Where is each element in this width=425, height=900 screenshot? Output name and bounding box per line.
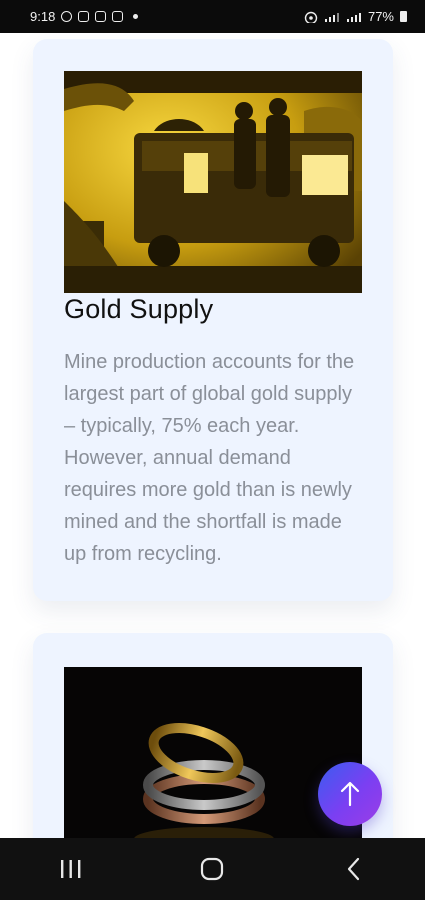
gold-rings-image bbox=[64, 667, 362, 838]
arrow-up-icon bbox=[340, 781, 360, 807]
recent-apps-button[interactable] bbox=[41, 849, 101, 889]
navigation-bar bbox=[0, 838, 425, 900]
card-description: Mine production accounts for the largest… bbox=[64, 351, 355, 565]
status-bar: 9:18 77% bbox=[0, 0, 425, 33]
card-title: Gold Supply bbox=[64, 294, 214, 324]
gallery-icon bbox=[112, 11, 124, 22]
hotspot-icon bbox=[304, 11, 318, 23]
gmail-icon bbox=[78, 11, 90, 22]
wifi-signal-icon bbox=[324, 12, 339, 22]
cell-signal-icon bbox=[346, 12, 361, 22]
recent-apps-icon bbox=[60, 860, 81, 878]
status-right: 77% bbox=[304, 9, 407, 24]
instagram-icon bbox=[95, 11, 107, 22]
back-button[interactable] bbox=[324, 849, 384, 889]
scroll-to-top-button[interactable] bbox=[318, 762, 382, 826]
back-icon bbox=[348, 857, 360, 881]
page-content[interactable]: Gold Supply Mine production accounts for… bbox=[0, 33, 425, 838]
whatsapp-icon bbox=[61, 11, 73, 22]
status-left: 9:18 bbox=[30, 9, 139, 24]
home-icon bbox=[201, 857, 224, 881]
card-gold-supply: Gold Supply Mine production accounts for… bbox=[33, 39, 393, 601]
battery-percent: 77% bbox=[367, 9, 394, 24]
status-time: 9:18 bbox=[30, 9, 56, 24]
gold-mine-image bbox=[64, 71, 362, 293]
battery-icon bbox=[400, 11, 407, 22]
home-button[interactable] bbox=[182, 849, 242, 889]
notification-dot bbox=[133, 14, 139, 19]
